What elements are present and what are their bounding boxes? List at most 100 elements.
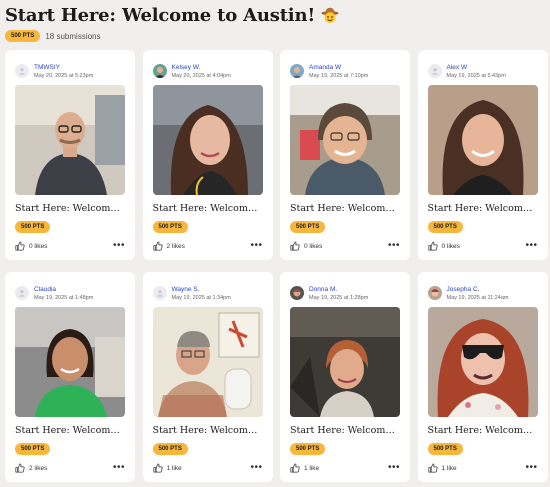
submission-card[interactable]: Wayne S. May 19, 2025 at 1:34pm Start He…	[142, 272, 273, 482]
card-author: Donna M. May 19, 2025 at 1:28pm	[290, 281, 400, 305]
post-title[interactable]: Start Here: Welcome t...	[153, 203, 263, 215]
like-count: 0 likes	[304, 242, 323, 250]
like-button[interactable]: 0 likes	[427, 241, 460, 251]
post-title[interactable]: Start Here: Welcome t...	[15, 425, 125, 437]
submission-card[interactable]: Donna M. May 19, 2025 at 1:28pm Start He…	[280, 272, 410, 482]
card-author: Alex W May 19, 2025 at 5:43pm	[427, 59, 538, 83]
post-title[interactable]: Start Here: Welcome t...	[428, 203, 538, 215]
submission-photo[interactable]	[427, 307, 538, 417]
points-badge: 500 PTS	[5, 30, 41, 42]
post-title[interactable]: Start Here: Welcome t...	[153, 425, 263, 437]
like-count: 2 likes	[166, 242, 185, 250]
more-options-icon[interactable]: •••	[525, 463, 537, 473]
like-count: 0 likes	[441, 242, 460, 250]
post-title[interactable]: Start Here: Welcome t...	[428, 425, 538, 437]
post-date: May 20, 2025 at 5:23pm	[34, 72, 94, 79]
points-badge: 500 PTS	[290, 443, 326, 455]
avatar[interactable]	[290, 64, 304, 78]
thumbs-up-icon	[15, 241, 25, 251]
post-date: May 19, 2025 at 7:10pm	[309, 72, 369, 79]
post-date: May 19, 2025 at 5:43pm	[446, 72, 506, 79]
submission-photo[interactable]	[15, 85, 125, 195]
more-options-icon[interactable]: •••	[388, 463, 400, 473]
like-count: 1 like	[304, 464, 320, 472]
like-button[interactable]: 1 like	[152, 463, 182, 473]
submission-photo[interactable]	[290, 307, 400, 417]
post-title[interactable]: Start Here: Welcome t...	[15, 203, 125, 215]
points-badge: 500 PTS	[427, 221, 463, 233]
more-options-icon[interactable]: •••	[525, 241, 537, 251]
default-user-icon	[19, 68, 25, 75]
more-options-icon[interactable]: •••	[250, 463, 262, 473]
card-author: Wayne S. May 19, 2025 at 1:34pm	[152, 281, 263, 305]
avatar[interactable]	[152, 286, 167, 300]
points-badge: 500 PTS	[152, 443, 188, 455]
submission-card[interactable]: Kelsey W. May 20, 2025 at 4:04pm Start H…	[142, 50, 273, 260]
like-button[interactable]: 1 like	[290, 463, 319, 473]
like-button[interactable]: 0 likes	[15, 241, 47, 251]
avatar[interactable]	[15, 286, 29, 300]
author-name[interactable]: Claudia	[34, 285, 93, 294]
thumbs-up-icon	[152, 463, 163, 473]
like-button[interactable]: 1 like	[427, 463, 457, 473]
default-user-icon	[19, 290, 25, 297]
points-badge: 500 PTS	[15, 221, 51, 233]
card-author: Claudia May 19, 2025 at 1:48pm	[15, 281, 125, 305]
avatar[interactable]	[15, 64, 29, 78]
submission-card[interactable]: Josepha C. May 19, 2025 at 11:24am Start…	[417, 272, 548, 482]
avatar[interactable]	[290, 286, 304, 300]
post-title[interactable]: Start Here: Welcome t...	[290, 203, 400, 215]
author-name[interactable]: TMWSIY	[34, 63, 93, 72]
card-author: Amanda W May 19, 2025 at 7:10pm	[290, 59, 400, 83]
cowboy-emoji-icon	[321, 6, 339, 24]
post-date: May 19, 2025 at 11:24am	[446, 294, 509, 301]
card-author: TMWSIY May 20, 2025 at 5:23pm	[15, 59, 125, 83]
author-name[interactable]: Wayne S.	[172, 285, 231, 294]
default-user-icon	[156, 290, 163, 297]
like-count: 2 likes	[29, 464, 48, 472]
thumbs-up-icon	[290, 241, 300, 251]
more-options-icon[interactable]: •••	[113, 241, 125, 251]
thumbs-up-icon	[290, 463, 300, 473]
like-button[interactable]: 0 likes	[290, 241, 322, 251]
points-badge: 500 PTS	[290, 221, 326, 233]
more-options-icon[interactable]: •••	[388, 241, 400, 251]
avatar[interactable]	[427, 286, 442, 300]
submission-card[interactable]: Amanda W May 19, 2025 at 7:10pm Start He…	[280, 50, 410, 260]
author-name[interactable]: Amanda W	[309, 63, 368, 72]
submission-photo[interactable]	[152, 307, 263, 417]
author-name[interactable]: Josepha C.	[447, 285, 509, 294]
card-author: Kelsey W. May 20, 2025 at 4:04pm	[152, 59, 263, 83]
post-title[interactable]: Start Here: Welcome t...	[290, 425, 400, 437]
like-count: 1 like	[441, 464, 457, 472]
submission-count: 18 submissions	[45, 31, 101, 41]
thumbs-up-icon	[15, 463, 25, 473]
more-options-icon[interactable]: •••	[250, 241, 262, 251]
thumbs-up-icon	[427, 463, 438, 473]
post-date: May 19, 2025 at 1:34pm	[171, 294, 231, 301]
post-date: May 20, 2025 at 4:04pm	[171, 72, 231, 79]
author-name[interactable]: Alex W	[447, 63, 506, 72]
submission-photo[interactable]	[290, 85, 400, 195]
like-count: 0 likes	[29, 242, 48, 250]
post-date: May 19, 2025 at 1:28pm	[309, 294, 369, 301]
points-badge: 500 PTS	[152, 221, 188, 233]
submission-card[interactable]: TMWSIY May 20, 2025 at 5:23pm Start Here…	[5, 50, 135, 260]
author-name[interactable]: Kelsey W.	[172, 63, 231, 72]
like-button[interactable]: 2 likes	[15, 463, 47, 473]
submission-photo[interactable]	[152, 85, 263, 195]
author-name[interactable]: Donna M.	[309, 285, 368, 294]
submission-photo[interactable]	[15, 307, 125, 417]
submission-card[interactable]: Alex W May 19, 2025 at 5:43pm Start Here…	[417, 50, 548, 260]
like-button[interactable]: 2 likes	[152, 241, 185, 251]
avatar[interactable]	[152, 64, 167, 78]
submission-card[interactable]: Claudia May 19, 2025 at 1:48pm Start Her…	[5, 272, 135, 482]
submission-photo[interactable]	[427, 85, 538, 195]
submissions-grid: TMWSIY May 20, 2025 at 5:23pm Start Here…	[5, 50, 548, 482]
more-options-icon[interactable]: •••	[113, 463, 125, 473]
thumbs-up-icon	[152, 241, 163, 251]
default-user-icon	[431, 68, 438, 75]
like-count: 1 like	[166, 464, 182, 472]
avatar[interactable]	[427, 64, 442, 78]
post-date: May 19, 2025 at 1:48pm	[34, 294, 94, 301]
